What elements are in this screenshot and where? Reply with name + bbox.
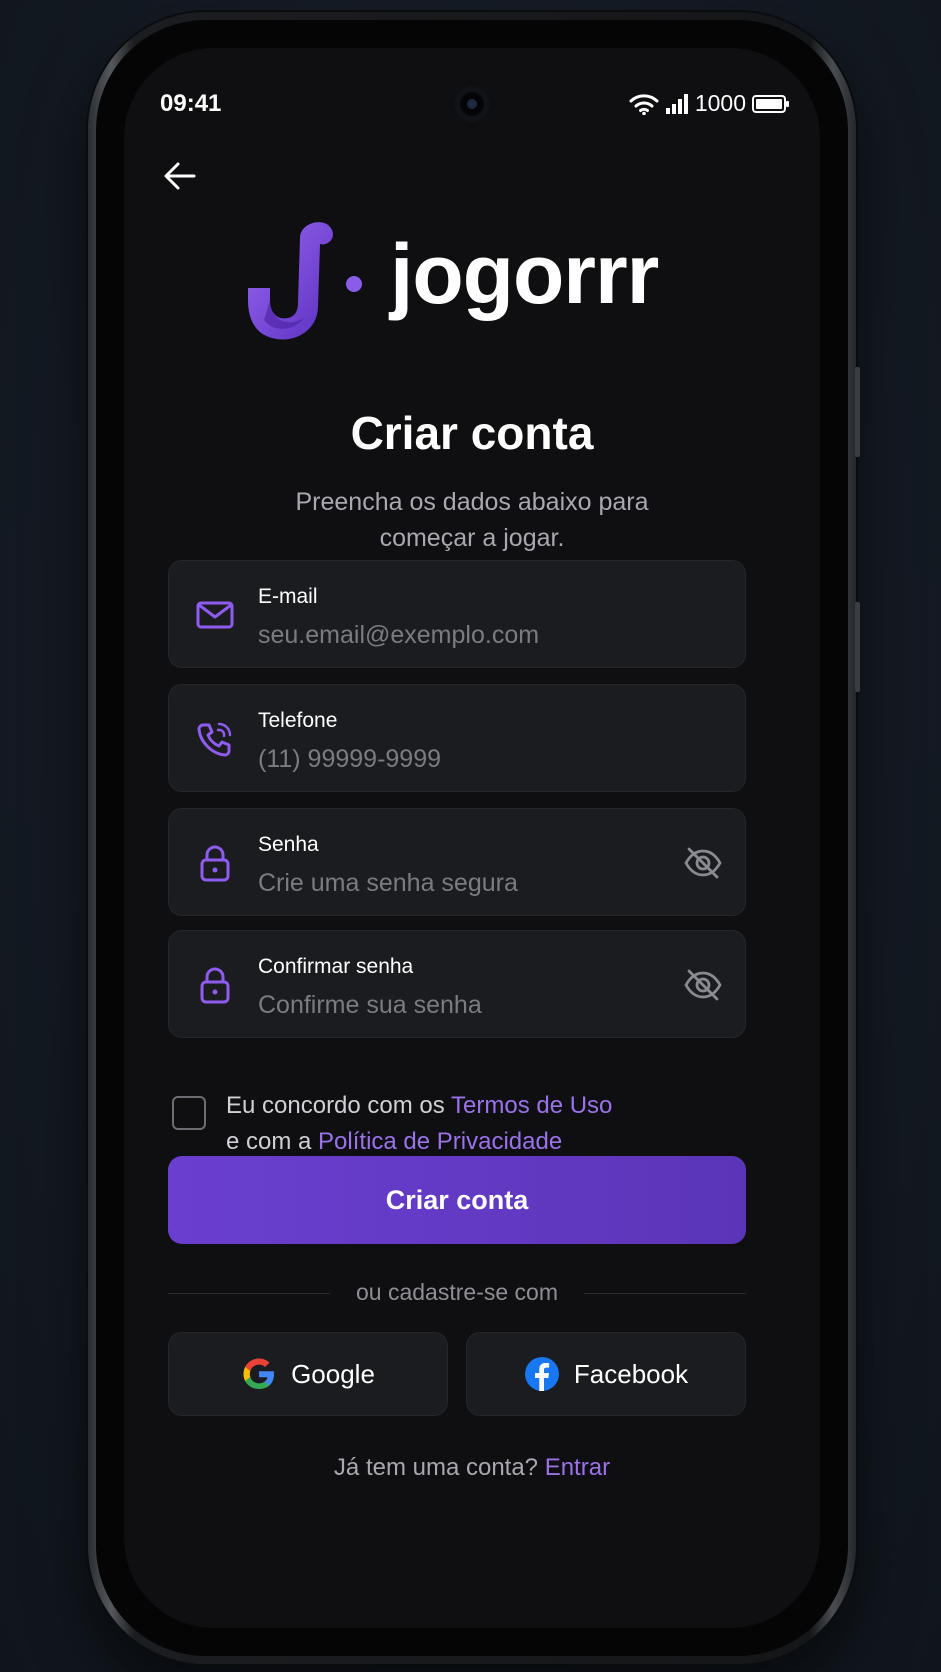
phone-frame: 09:41 1000 jogorrr Criar conta Preencha …: [88, 12, 860, 1664]
brand-logo: jogorrr: [124, 216, 820, 346]
login-prompt: Já tem uma conta? Entrar: [124, 1454, 820, 1482]
phone-label: Telefone: [258, 709, 338, 732]
social-divider: ou cadastre-se com: [168, 1278, 746, 1308]
password-field[interactable]: Senha: [168, 808, 746, 916]
facebook-label: Facebook: [573, 1358, 689, 1389]
google-signup-button[interactable]: Google: [168, 1332, 448, 1416]
screen: 09:41 1000 jogorrr Criar conta Preencha …: [124, 48, 820, 1628]
create-account-button[interactable]: Criar conta: [168, 1156, 746, 1244]
phone-input[interactable]: [258, 743, 678, 775]
login-link[interactable]: Entrar: [545, 1454, 610, 1481]
wifi-icon: [629, 93, 659, 115]
divider-line-right: [584, 1293, 746, 1294]
email-field[interactable]: E-mail: [168, 560, 746, 668]
terms-middle: e com a: [226, 1128, 319, 1155]
confirm-password-label: Confirmar senha: [258, 955, 414, 978]
back-arrow-icon[interactable]: [160, 156, 200, 196]
facebook-icon: [524, 1357, 559, 1391]
password-input[interactable]: [258, 867, 678, 899]
status-time: 09:41: [160, 90, 222, 117]
google-icon: [243, 1358, 275, 1389]
phone-bezel: 09:41 1000 jogorrr Criar conta Preencha …: [96, 20, 848, 1656]
lock-icon: [200, 845, 230, 882]
subtitle-line-2: começar a jogar.: [379, 524, 565, 552]
confirm-password-field[interactable]: Confirmar senha: [168, 930, 746, 1038]
battery-level: 1000: [694, 90, 746, 116]
login-question: Já tem uma conta?: [333, 1454, 545, 1481]
lock-icon: [200, 967, 230, 1004]
mail-icon: [196, 601, 234, 629]
status-bar: 09:41 1000: [124, 86, 820, 122]
eye-off-icon[interactable]: [683, 967, 723, 1003]
confirm-password-input[interactable]: [258, 989, 678, 1021]
terms-of-use-link[interactable]: Termos de Uso: [451, 1092, 612, 1119]
volume-button: [855, 367, 860, 457]
page-subtitle: Preencha os dados abaixo para começar a …: [264, 484, 680, 556]
phone-icon: [197, 722, 232, 757]
terms-prefix: Eu concordo com os: [226, 1092, 452, 1119]
terms-text: Eu concordo com os Termos de Uso e com a…: [226, 1088, 612, 1160]
eye-off-icon[interactable]: [683, 845, 723, 881]
privacy-policy-link[interactable]: Política de Privacidade: [318, 1128, 562, 1155]
email-label: E-mail: [258, 585, 318, 608]
phone-field[interactable]: Telefone: [168, 684, 746, 792]
email-input[interactable]: [258, 619, 678, 651]
signal-icon: [665, 93, 688, 114]
facebook-signup-button[interactable]: Facebook: [466, 1332, 746, 1416]
status-right: 1000: [629, 90, 789, 117]
password-label: Senha: [258, 833, 319, 856]
subtitle-line-1: Preencha os dados abaixo para: [295, 488, 649, 516]
google-label: Google: [291, 1358, 375, 1389]
page-title: Criar conta: [350, 407, 594, 459]
battery-icon: [752, 94, 789, 113]
brand-name: jogorrr: [390, 227, 659, 321]
power-button: [855, 602, 860, 692]
terms-checkbox[interactable]: [172, 1096, 206, 1130]
logo-j-icon: [248, 222, 362, 340]
